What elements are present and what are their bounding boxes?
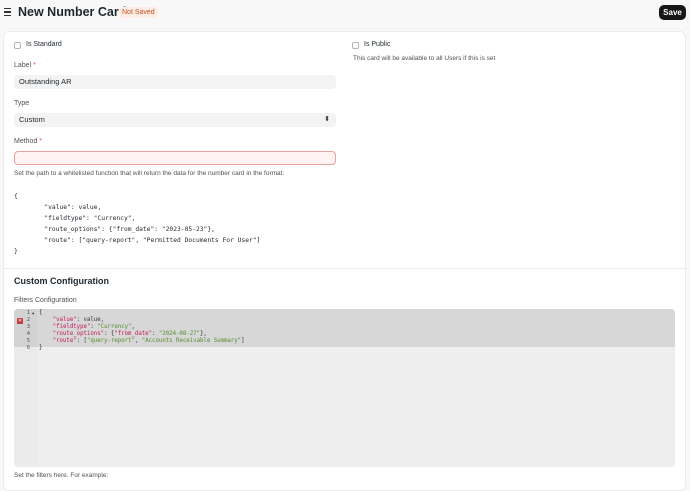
line-number: 5 [26,338,30,344]
method-example: { "value": value, "fieldtype": "Currency… [14,193,261,255]
code-line: } [39,345,43,351]
method-help: Set the path to a whitelisted function t… [14,170,285,177]
code-line: "route": ["query-report", "Accounts Rece… [52,338,245,344]
method-field-label: Method * [14,138,43,145]
filters-config-label: Filters Configuration [14,297,77,304]
section-divider [4,268,687,269]
is-public-checkbox[interactable] [352,42,359,49]
line-number: 4 [26,331,30,337]
method-input[interactable] [14,151,336,165]
is-standard-label: Is Standard [26,41,62,48]
form-card: Is Standard Is Public This card will be … [3,31,687,491]
section-title: Custom Configuration [14,276,109,286]
is-public-help: This card will be available to all Users… [353,55,496,62]
line-number: 6 [26,345,30,351]
code-line: "route_options": {"from_date": "2024-08-… [52,331,207,337]
page-header: New Number Card Not Saved Save [0,0,690,28]
line-number: 3 [26,324,30,330]
type-select-value: Custom [19,115,45,124]
is-public-label: Is Public [364,41,391,48]
line-number: 2 [26,317,30,323]
page-title: New Number Card [18,5,127,19]
menu-icon[interactable] [4,8,12,16]
code-line: { [39,310,43,316]
filters-code-editor[interactable]: 1 ▾ ✕ 2 3 4 5 6 { "value": value, "field… [14,309,675,467]
code-line: "fieldtype": "Currency", [52,324,135,330]
fold-arrow-icon[interactable]: ▾ [32,311,34,317]
select-arrows-icon: ⬍ [324,116,330,123]
line-number: 1 [26,310,30,316]
type-field-label: Type [14,100,30,107]
label-input[interactable]: Outstanding AR [14,75,336,89]
type-select[interactable]: Custom ⬍ [14,113,336,127]
label-field-label: Label * [14,62,36,69]
save-button[interactable]: Save [659,5,686,20]
status-badge: Not Saved [119,7,158,18]
code-line: "value": value, [52,317,105,323]
is-standard-checkbox[interactable] [14,42,21,49]
